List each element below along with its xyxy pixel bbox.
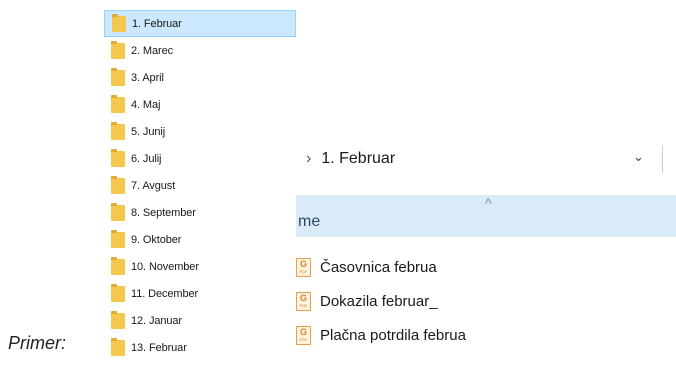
gpdf-file-icon: G PDF [296, 257, 311, 277]
folder-label: 10. November [131, 260, 199, 273]
folder-item[interactable]: 9. Oktober [104, 226, 296, 253]
column-header-name[interactable]: ^ me [296, 195, 676, 237]
file-name: Dokazila februar_ [320, 292, 438, 310]
folder-tree: 1. Februar 2. Marec 3. April 4. Maj 5. J… [104, 10, 296, 361]
folder-label: 11. December [131, 287, 199, 300]
folder-label: 6. Julij [131, 152, 162, 165]
folder-label: 9. Oktober [131, 233, 182, 246]
folder-icon [111, 175, 125, 194]
folder-icon [111, 202, 125, 221]
file-list: G PDF Časovnica februa G PDF Dokazila febr… [296, 250, 466, 352]
folder-item[interactable]: 1. Februar [104, 10, 296, 37]
folder-item[interactable]: 6. Julij [104, 145, 296, 172]
caption-text: Primer: [8, 333, 66, 353]
file-name: Plačna potrdila februa [320, 326, 466, 344]
folder-item[interactable]: 10. November [104, 253, 296, 280]
folder-item[interactable]: 8. September [104, 199, 296, 226]
folder-icon [111, 67, 125, 86]
file-item[interactable]: G PDF Časovnica februa [296, 250, 466, 284]
column-header-label: me [298, 213, 321, 230]
file-item[interactable]: G PDF Dokazila februar_ [296, 284, 466, 318]
folder-icon [111, 94, 125, 113]
address-breadcrumb[interactable]: 1. Februar [321, 150, 395, 168]
folder-item[interactable]: 4. Maj [104, 91, 296, 118]
folder-item[interactable]: 11. December [104, 280, 296, 307]
folder-item[interactable]: 2. Marec [104, 37, 296, 64]
folder-icon [111, 229, 125, 248]
folder-label: 12. Januar [131, 314, 182, 327]
chevron-down-icon[interactable]: ⌄ [633, 149, 644, 165]
folder-item[interactable]: 5. Junij [104, 118, 296, 145]
gpdf-file-icon: G PDF [296, 325, 311, 345]
folder-icon [111, 148, 125, 167]
folder-item[interactable]: 3. April [104, 64, 296, 91]
address-divider [662, 145, 663, 173]
folder-label: 2. Marec [131, 44, 173, 57]
folder-item[interactable]: 7. Avgust [104, 172, 296, 199]
folder-icon [111, 283, 125, 302]
folder-item[interactable]: 13. Februar [104, 334, 296, 361]
gpdf-file-icon: G PDF [296, 291, 311, 311]
folder-icon [111, 310, 125, 329]
folder-label: 1. Februar [132, 17, 182, 30]
folder-icon [112, 13, 126, 32]
folder-label: 7. Avgust [131, 179, 176, 192]
folder-label: 8. September [131, 206, 196, 219]
folder-icon [111, 121, 125, 140]
folder-item[interactable]: 12. Januar [104, 307, 296, 334]
breadcrumb-chevron-icon: › [306, 150, 312, 167]
folder-icon [111, 256, 125, 275]
folder-label: 13. Februar [131, 341, 187, 354]
file-name: Časovnica februa [320, 258, 437, 276]
folder-label: 4. Maj [131, 98, 161, 111]
sort-ascending-icon: ^ [485, 195, 492, 211]
folder-icon [111, 40, 125, 59]
address-bar[interactable]: › 1. Februar ⌄ [296, 137, 676, 181]
folder-label: 5. Junij [131, 125, 166, 138]
folder-label: 3. April [131, 71, 164, 84]
folder-icon [111, 337, 125, 356]
file-item[interactable]: G PDF Plačna potrdila februa [296, 318, 466, 352]
